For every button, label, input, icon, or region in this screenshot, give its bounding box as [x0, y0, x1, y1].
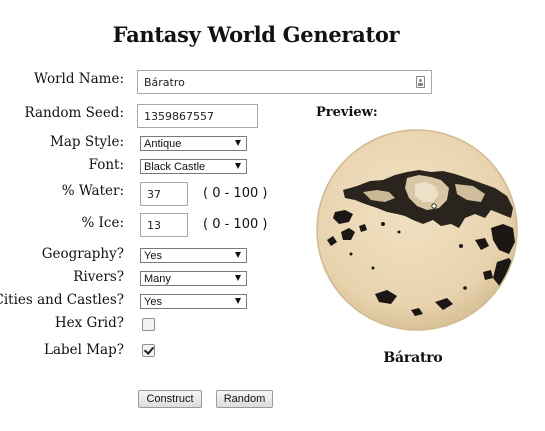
page-title: Fantasy World Generator	[112, 22, 400, 47]
rivers-select[interactable]: Many	[140, 271, 247, 286]
font-selected: Black Castle	[144, 160, 206, 173]
chevron-down-icon	[235, 140, 241, 146]
rivers-label: Rivers?	[73, 269, 124, 285]
ice-label: % Ice:	[81, 215, 124, 231]
random-seed-value: 1359867557	[144, 109, 214, 123]
label-map-checkbox[interactable]	[142, 344, 155, 357]
random-seed-label: Random Seed:	[24, 105, 125, 121]
rivers-selected: Many	[144, 272, 171, 285]
map-style-label: Map Style:	[50, 134, 124, 150]
preview-map-label: Báratro	[383, 350, 443, 366]
cities-select[interactable]: Yes	[140, 294, 247, 309]
contact-card-icon[interactable]	[416, 76, 425, 88]
geography-select[interactable]: Yes	[140, 248, 247, 263]
cities-label: Cities and Castles?	[0, 292, 124, 308]
ice-range-hint: ( 0 - 100 )	[203, 217, 268, 232]
random-seed-input[interactable]: 1359867557	[137, 104, 258, 128]
preview-label: Preview:	[316, 105, 378, 120]
map-style-selected: Antique	[144, 137, 182, 150]
geography-label: Geography?	[41, 246, 124, 262]
label-map-label: Label Map?	[43, 342, 124, 358]
chevron-down-icon	[235, 163, 241, 169]
chevron-down-icon	[235, 298, 241, 304]
water-label: % Water:	[61, 183, 124, 199]
water-range-hint: ( 0 - 100 )	[203, 186, 268, 201]
world-name-value: Báratro	[144, 75, 185, 89]
chevron-down-icon	[235, 252, 241, 258]
water-value: 37	[147, 187, 161, 201]
capital-marker	[431, 203, 437, 209]
geography-selected: Yes	[144, 249, 162, 262]
hex-grid-label: Hex Grid?	[54, 315, 124, 331]
hex-grid-checkbox[interactable]	[142, 318, 155, 331]
construct-button[interactable]: Construct	[138, 390, 202, 408]
world-name-label: World Name:	[34, 71, 124, 87]
ice-value: 13	[147, 218, 161, 232]
cities-selected: Yes	[144, 295, 162, 308]
world-name-input[interactable]: Báratro	[137, 70, 432, 94]
water-input[interactable]: 37	[140, 182, 188, 206]
map-style-select[interactable]: Antique	[140, 136, 247, 151]
font-label: Font:	[88, 157, 124, 173]
world-globe-preview	[316, 129, 518, 331]
ice-input[interactable]: 13	[140, 213, 188, 237]
font-select[interactable]: Black Castle	[140, 159, 247, 174]
chevron-down-icon	[235, 275, 241, 281]
random-button[interactable]: Random	[216, 390, 273, 408]
